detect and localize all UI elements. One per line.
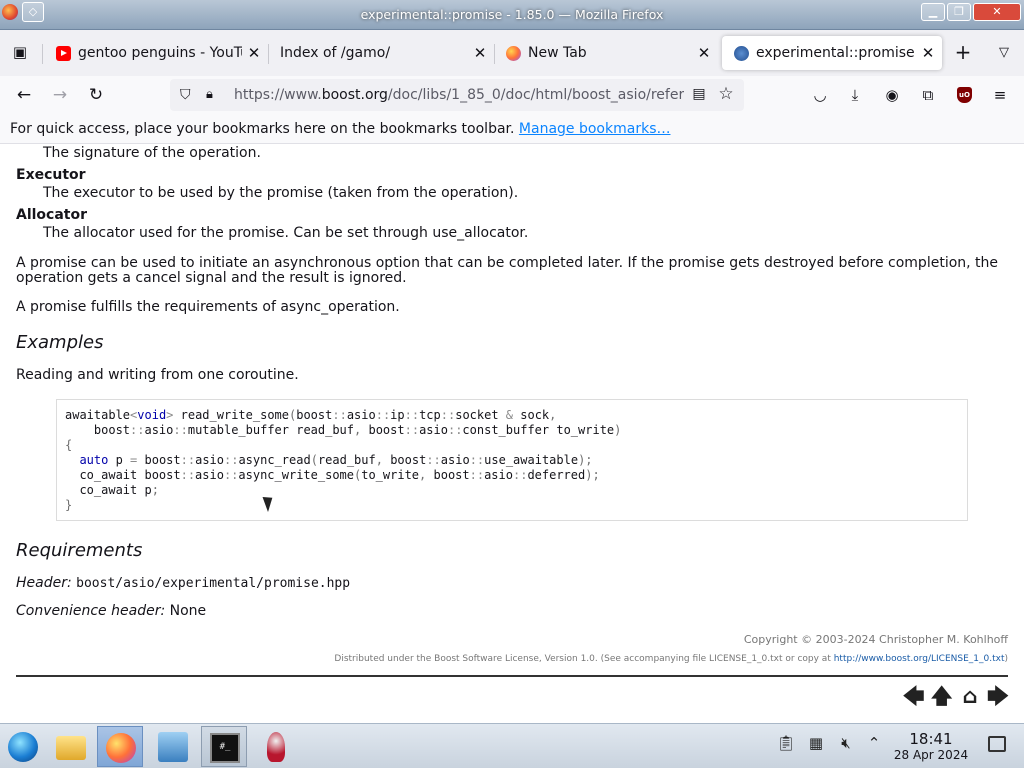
- bookmarks-message: For quick access, place your bookmarks h…: [10, 121, 515, 137]
- tracking-shield-icon[interactable]: ⛉: [180, 87, 194, 103]
- clipboard-icon[interactable]: 📋︎: [776, 734, 796, 756]
- terminal-icon: #_: [210, 733, 240, 763]
- tab-label: Index of /gamo/: [280, 45, 391, 61]
- doc-navigation: 🡄 🡅 ⌂ 🡆: [902, 685, 1010, 707]
- window-title: experimental::promise - 1.85.0 — Mozilla…: [360, 7, 664, 22]
- allocator-term: Allocator: [16, 207, 88, 223]
- footer-rule: [16, 675, 1008, 677]
- lock-icon[interactable]: 🔒︎: [206, 87, 220, 103]
- page-content[interactable]: The signature of the operation. Executor…: [0, 145, 1024, 723]
- promise-paragraph-line2: operation gets a cancel signal and the r…: [16, 270, 407, 286]
- clock-date: 28 Apr 2024: [893, 748, 969, 762]
- firefox-icon: [106, 733, 136, 763]
- window-titlebar[interactable]: ◇ experimental::promise - 1.85.0 — Mozil…: [0, 0, 1024, 30]
- forward-button[interactable]: →: [46, 82, 74, 108]
- show-desktop-button[interactable]: [988, 736, 1006, 752]
- folder-icon: [56, 736, 86, 760]
- clock-time: 18:41: [909, 730, 953, 748]
- reader-view-icon[interactable]: ▤: [690, 86, 708, 104]
- tab-index-gamo[interactable]: Index of /gamo/ ✕: [246, 36, 494, 70]
- header-line: Header: boost/asio/experimental/promise.…: [16, 575, 350, 592]
- header-label: Header:: [16, 575, 72, 591]
- convenience-header-line: Convenience header: None: [16, 603, 206, 619]
- taskbar-terminal[interactable]: #_: [201, 726, 247, 767]
- manage-bookmarks-link[interactable]: Manage bookmarks…: [519, 121, 671, 137]
- requirements-paragraph: A promise fulfills the requirements of a…: [16, 299, 400, 315]
- firefox-view-icon[interactable]: ▣: [8, 40, 32, 64]
- license-text: Distributed under the Boost Software Lic…: [334, 654, 1008, 664]
- prev-arrow-icon[interactable]: 🡄: [902, 685, 926, 707]
- next-arrow-icon[interactable]: 🡆: [986, 685, 1010, 707]
- taskbar-firefox[interactable]: [97, 726, 143, 767]
- firefox-icon: [506, 46, 521, 61]
- reload-button[interactable]: ↻: [82, 82, 110, 108]
- examples-heading: Examples: [16, 332, 104, 353]
- home-icon[interactable]: ⌂: [958, 685, 982, 707]
- tab-experimental-promise[interactable]: experimental::promise - 1.85.0 ✕: [722, 36, 942, 70]
- ublock-origin-icon[interactable]: uO: [957, 87, 972, 103]
- up-arrow-icon[interactable]: 🡅: [930, 685, 954, 707]
- wine-glass-icon: [267, 732, 285, 762]
- bookmark-star-icon[interactable]: ☆: [716, 84, 736, 104]
- start-button[interactable]: [0, 726, 46, 767]
- executor-description: The executor to be used by the promise (…: [43, 185, 519, 201]
- tab-close-icon[interactable]: ✕: [920, 36, 936, 70]
- new-tab-button[interactable]: +: [950, 40, 976, 66]
- notifications-icon[interactable]: ▦: [806, 734, 826, 756]
- taskbar-wine[interactable]: [253, 726, 299, 767]
- convenience-header-value: None: [169, 603, 207, 619]
- youtube-icon: [56, 46, 71, 61]
- extensions-icon[interactable]: ⧉: [916, 83, 940, 107]
- start-orb-icon: [8, 732, 38, 762]
- pocket-icon[interactable]: ◡: [808, 83, 832, 107]
- maximize-button[interactable]: ❐: [947, 3, 971, 21]
- boost-icon: [734, 46, 749, 61]
- downloads-icon[interactable]: ⤓: [843, 83, 867, 107]
- executor-term: Executor: [16, 167, 86, 183]
- close-window-button[interactable]: ✕: [973, 3, 1021, 21]
- clock[interactable]: 18:41 28 Apr 2024: [880, 730, 982, 763]
- header-value: boost/asio/experimental/promise.hpp: [76, 576, 351, 591]
- menu-icon[interactable]: ≡: [988, 83, 1012, 107]
- examples-text: Reading and writing from one coroutine.: [16, 367, 299, 383]
- tab-close-icon[interactable]: ✕: [696, 36, 712, 70]
- tab-label: experimental::promise - 1.85.0: [756, 45, 916, 61]
- account-icon[interactable]: ◉: [880, 83, 904, 107]
- back-button[interactable]: ←: [10, 82, 38, 108]
- taskbar-system-settings[interactable]: [150, 726, 196, 767]
- tab-label: gentoo penguins - YouTube: [78, 45, 242, 61]
- tab-close-icon[interactable]: ✕: [472, 36, 488, 70]
- volume-muted-icon[interactable]: 🔇︎: [836, 734, 856, 756]
- promise-paragraph-line1: A promise can be used to initiate an asy…: [16, 255, 999, 271]
- convenience-header-label: Convenience header:: [16, 603, 166, 619]
- license-link[interactable]: http://www.boost.org/LICENSE_1_0.txt: [834, 654, 1005, 664]
- taskbar: #_ 📋︎ ▦ 🔇︎ ⌃ 18:41 28 Apr 2024: [0, 723, 1024, 768]
- list-all-tabs-icon[interactable]: ▽: [992, 40, 1016, 66]
- tab-new-tab[interactable]: New Tab ✕: [494, 36, 718, 70]
- tab-separator: [42, 44, 43, 64]
- copyright-text: Copyright © 2003-2024 Christopher M. Koh…: [743, 633, 1008, 646]
- url-text[interactable]: https://www.boost.org/doc/libs/1_85_0/do…: [234, 87, 684, 103]
- tab-label: New Tab: [528, 45, 587, 61]
- tab-bar: ▣ gentoo penguins - YouTube ✕ Index of /…: [0, 30, 1024, 76]
- tab-youtube[interactable]: gentoo penguins - YouTube ✕: [44, 36, 268, 70]
- signature-description: The signature of the operation.: [43, 145, 261, 161]
- system-settings-icon: [158, 732, 188, 762]
- bookmarks-toolbar: For quick access, place your bookmarks h…: [0, 114, 1024, 144]
- minimize-button[interactable]: ▁: [921, 3, 945, 21]
- allocator-description: The allocator used for the promise. Can …: [43, 225, 529, 241]
- url-bar[interactable]: ⛉ 🔒︎ https://www.boost.org/doc/libs/1_85…: [170, 79, 744, 111]
- taskbar-file-manager[interactable]: [48, 726, 94, 767]
- code-example[interactable]: awaitable<void> read_write_some(boost::a…: [56, 399, 968, 521]
- requirements-heading: Requirements: [16, 540, 143, 561]
- navigation-toolbar: ← → ↻ ⛉ 🔒︎ https://www.boost.org/doc/lib…: [0, 76, 1024, 114]
